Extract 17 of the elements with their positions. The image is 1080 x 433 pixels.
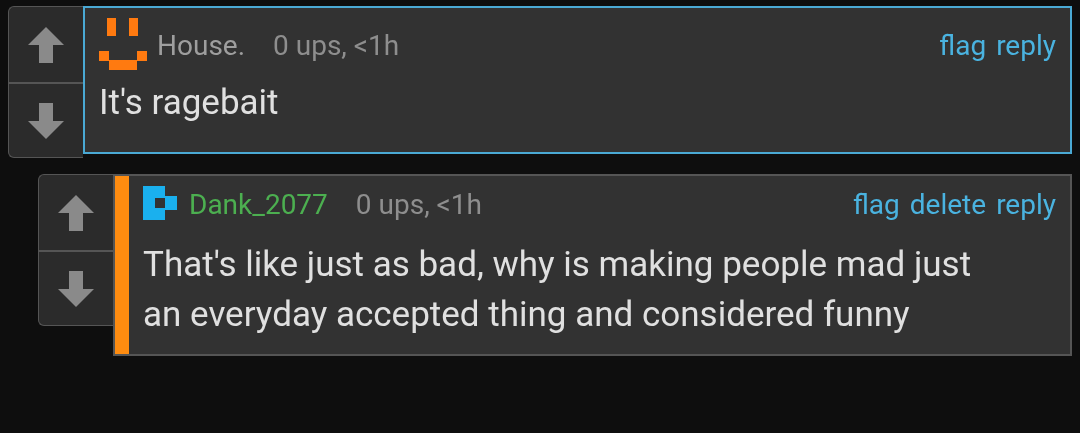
- action-link[interactable]: reply: [996, 28, 1056, 62]
- downvote-arrow-icon: [58, 270, 94, 307]
- action-link[interactable]: delete: [909, 187, 987, 221]
- username-link[interactable]: House.: [157, 28, 246, 62]
- comment-text: That's like just as bad, why is making people mad just an everyday accepted thing and considered funny: [143, 243, 973, 337]
- comment-meta: 0 ups, <1h: [273, 28, 401, 62]
- comment-meta: 0 ups, <1h: [355, 187, 483, 221]
- action-link[interactable]: reply: [996, 187, 1056, 221]
- username-link[interactable]: Dank_2077: [189, 187, 328, 221]
- action-link[interactable]: flag: [852, 187, 900, 221]
- action-link[interactable]: flag: [939, 28, 987, 62]
- comment-text: It's ragebait: [99, 81, 280, 125]
- upvote-arrow-icon: [58, 194, 94, 231]
- smiley-avatar-icon: [99, 18, 147, 72]
- upvote-arrow-icon: [28, 26, 64, 63]
- block-avatar-icon: [143, 186, 179, 222]
- downvote-arrow-icon: [28, 102, 64, 139]
